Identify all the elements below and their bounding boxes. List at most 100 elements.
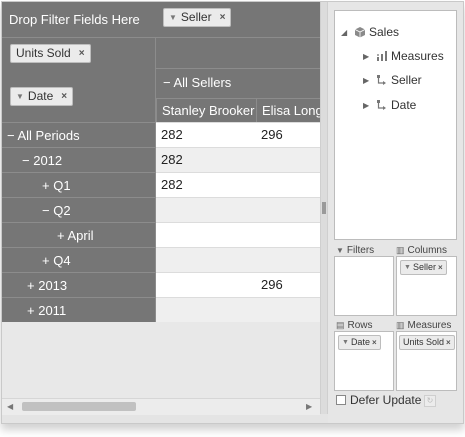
row-header-label: Q1 [53,178,71,193]
collapsed-arrow-icon[interactable]: ▶ [363,76,373,85]
remove-icon[interactable]: × [79,44,85,63]
tree-node-date[interactable]: ▶ Date [363,98,416,112]
units-sold-chip-label: Units Sold [16,46,71,60]
pivot-grid-widget: Drop Filter Fields Here Units Sold × ▼ D… [1,1,464,424]
scroll-left-icon[interactable]: ◀ [7,402,13,411]
row-header-2013[interactable]: + 2013 [2,272,156,297]
tree-node-label: Seller [391,73,422,87]
defer-update-control[interactable]: Defer Update [336,393,421,407]
scrollbar-thumb[interactable] [22,402,136,411]
data-cell[interactable] [256,298,261,322]
columns-drop-area[interactable]: ▼ Seller × [396,256,457,316]
collapse-icon[interactable]: − [163,75,174,90]
seller-area-chip[interactable]: ▼ Seller × [400,260,447,275]
measures-drop-area[interactable]: Units Sold × [396,331,457,391]
row-header-april[interactable]: + April [2,222,156,247]
hierarchy-icon [377,75,386,85]
remove-icon[interactable]: × [61,87,67,106]
funnel-icon[interactable]: ▼ [16,87,24,106]
row-header-label: All Periods [17,128,80,143]
collapsed-arrow-icon[interactable]: ▶ [363,52,373,61]
tree-node-label: Measures [391,49,444,63]
data-cell[interactable]: 296 [256,123,283,147]
table-row [156,197,320,222]
defer-update-checkbox[interactable] [336,395,346,405]
seller-field-chip[interactable]: ▼ Seller × [163,8,232,27]
data-cell[interactable] [256,198,261,222]
horizontal-scrollbar[interactable]: ◀ ▶ [2,398,320,415]
row-header-2012[interactable]: − 2012 [2,147,156,172]
data-cell[interactable]: 296 [256,273,283,297]
row-header-all-periods[interactable]: − All Periods [2,122,156,147]
columns-area-header: ▥ Columns [396,245,447,256]
tree-node-seller[interactable]: ▶ Seller [363,73,422,87]
tree-node-sales[interactable]: ◢ Sales [341,25,399,39]
scroll-right-icon[interactable]: ▶ [306,402,312,411]
data-cell[interactable] [256,223,261,247]
date-area-chip[interactable]: ▼ Date × [338,335,381,350]
measures-label: Measures [407,320,452,331]
data-cell[interactable] [256,248,261,272]
data-cell[interactable] [256,173,261,197]
row-header-label: 2011 [38,303,67,318]
expanded-arrow-icon[interactable]: ◢ [341,28,351,37]
panel-splitter[interactable] [320,2,328,414]
remove-icon[interactable]: × [438,260,443,275]
remove-icon[interactable]: × [220,8,226,27]
chip-label: Date [350,337,370,347]
data-cell[interactable] [156,223,161,247]
toggle-icon[interactable]: + [27,278,35,293]
row-header-q2[interactable]: − Q2 [2,197,156,222]
toggle-icon[interactable]: + [42,178,50,193]
filters-drop-area[interactable] [334,256,394,316]
splitter-grip-icon[interactable] [322,202,326,214]
data-cell[interactable]: 282 [156,148,183,172]
chip-label: Seller [412,262,436,272]
filters-label: Filters [346,245,375,256]
funnel-icon[interactable]: ▼ [169,8,177,27]
row-header-2011[interactable]: + 2011 [2,297,156,322]
seller-column-header[interactable]: Stanley Brooker [156,98,256,122]
field-tree: ◢ Sales ▶ Measures ▶ Seller ▶ Date [334,10,457,240]
funnel-icon[interactable]: ▼ [342,335,349,350]
data-cell[interactable]: 282 [156,173,183,197]
all-sellers-header[interactable]: − All Sellers [163,72,231,94]
date-field-chip[interactable]: ▼ Date × [10,87,74,106]
toggle-icon[interactable]: + [57,228,65,243]
refresh-icon[interactable]: ↻ [424,395,436,407]
filter-drop-zone-label: Drop Filter Fields Here [9,12,140,27]
rows-area-header: ▤ Rows [336,320,373,331]
data-cell[interactable]: 282 [156,123,183,147]
data-cell[interactable] [156,248,161,272]
row-header-q1[interactable]: + Q1 [2,172,156,197]
hierarchy-icon [377,100,386,110]
toggle-icon[interactable]: − [42,203,50,218]
toggle-icon[interactable]: + [27,303,35,318]
units-sold-field-chip[interactable]: Units Sold × [10,44,91,63]
remove-icon[interactable]: × [372,335,377,350]
toggle-icon[interactable]: − [7,128,15,143]
all-sellers-label: All Sellers [173,75,232,90]
funnel-icon[interactable]: ▼ [404,260,411,275]
data-cell[interactable] [156,298,161,322]
collapsed-arrow-icon[interactable]: ▶ [363,101,373,110]
units-sold-area-chip[interactable]: Units Sold × [399,335,455,350]
funnel-icon: ▼ [336,246,344,255]
toggle-icon[interactable]: − [22,153,30,168]
row-header-q4[interactable]: + Q4 [2,247,156,272]
defer-update-label: Defer Update [350,393,422,407]
seller-column-header[interactable]: Elisa Longb [256,98,320,122]
data-cell[interactable] [156,198,161,222]
rows-drop-area[interactable]: ▼ Date × [334,331,394,391]
row-header-label: Q2 [53,203,71,218]
divider [156,68,320,69]
remove-icon[interactable]: × [446,335,451,350]
table-row [156,297,320,322]
toggle-icon[interactable]: + [42,253,50,268]
tree-node-measures[interactable]: ▶ Measures [363,49,444,63]
filter-drop-zone[interactable]: Drop Filter Fields Here [2,2,320,38]
data-cell[interactable] [156,273,161,297]
data-cell[interactable] [256,148,261,172]
table-row: 296 [156,272,320,297]
row-header-label: 2012 [33,153,63,168]
